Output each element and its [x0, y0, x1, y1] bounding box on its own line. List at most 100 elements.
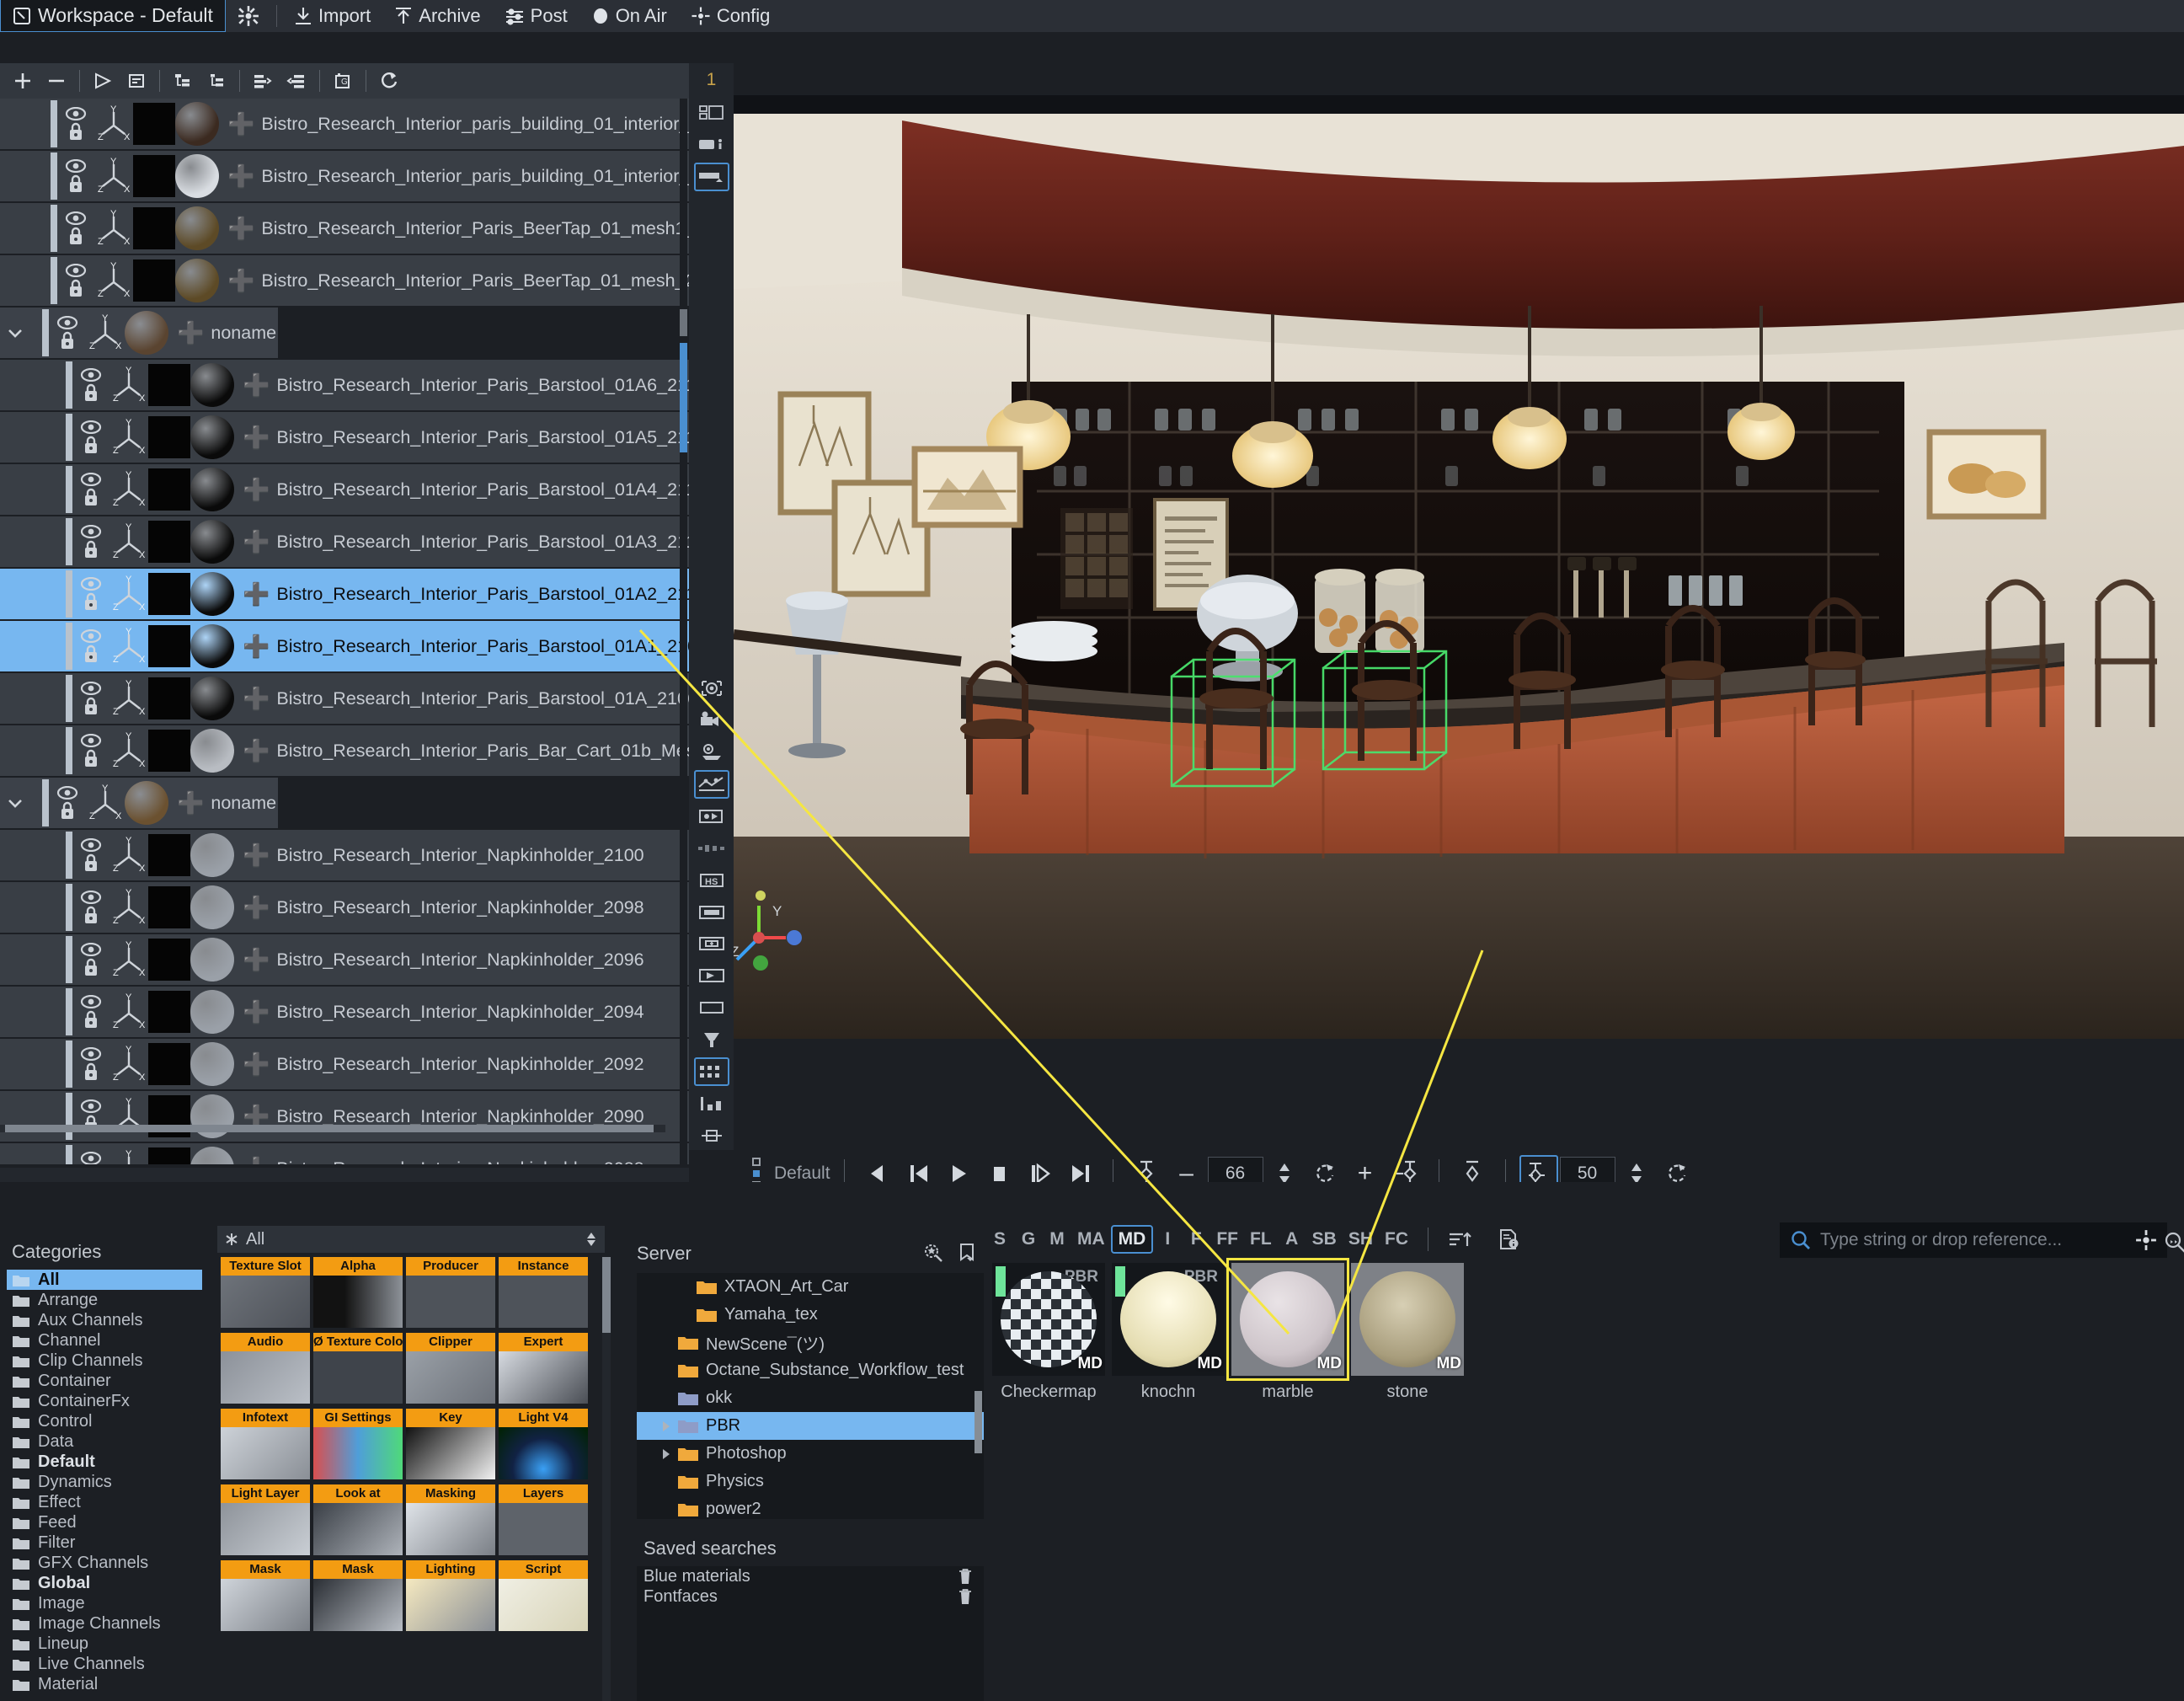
hs-icon[interactable]: HS: [694, 866, 729, 895]
category-item[interactable]: Global: [7, 1573, 202, 1593]
scene-tree-row[interactable]: YZX➕noname: [0, 308, 278, 358]
expand-plus-icon[interactable]: ➕: [243, 895, 270, 921]
plugin-tile[interactable]: Texture Slot: [221, 1257, 310, 1328]
visibility-eye-icon[interactable]: [80, 368, 102, 382]
expand-plus-icon[interactable]: ➕: [177, 320, 204, 346]
visibility-eye-icon[interactable]: [80, 577, 102, 591]
plugin-tile[interactable]: Key: [406, 1409, 495, 1479]
plugin-tile[interactable]: Light Layer: [221, 1484, 310, 1555]
scene-tree-vscrollbar[interactable]: [680, 99, 687, 1164]
scene-tree-row[interactable]: YZX➕Bistro_Research_Interior_Paris_Barst…: [0, 516, 689, 567]
asset-filter-ma[interactable]: MA: [1071, 1225, 1111, 1254]
scene-tree-row[interactable]: YZX➕Bistro_Research_Interior_Paris_Barst…: [0, 464, 689, 515]
asset-filter-m[interactable]: M: [1043, 1225, 1071, 1254]
category-item[interactable]: Container: [7, 1371, 202, 1391]
asset-filter-md[interactable]: MD: [1111, 1225, 1154, 1254]
category-item[interactable]: GFX Channels: [7, 1553, 202, 1573]
category-item[interactable]: ContainerFx: [7, 1391, 202, 1411]
menu-item-config[interactable]: Config: [679, 0, 782, 32]
note-icon[interactable]: [120, 65, 152, 97]
lock-icon[interactable]: [82, 644, 100, 664]
details-icon[interactable]: [1491, 1225, 1526, 1254]
lock-icon[interactable]: [82, 487, 100, 507]
category-item[interactable]: Lineup: [7, 1634, 202, 1654]
lock-icon[interactable]: [82, 1062, 100, 1082]
plugin-tile[interactable]: Clipper: [406, 1333, 495, 1404]
visibility-eye-icon[interactable]: [80, 1099, 102, 1113]
category-item[interactable]: Image: [7, 1593, 202, 1613]
plugins-filter-spinner-icon[interactable]: [585, 1230, 598, 1249]
plugin-tile[interactable]: Infotext: [221, 1409, 310, 1479]
scene-tree-hscrollbar[interactable]: [0, 1125, 665, 1132]
asset-tree-row[interactable]: okk: [637, 1384, 984, 1412]
scene-tree-row[interactable]: YZX➕Bistro_Research_Interior_paris_build…: [0, 99, 689, 149]
histogram-icon[interactable]: [694, 1089, 729, 1118]
plugin-tile[interactable]: Alpha: [313, 1257, 403, 1328]
grid-select-icon[interactable]: [694, 1057, 729, 1086]
plugin-tile[interactable]: Masking: [406, 1484, 495, 1555]
asset-tree-row[interactable]: XTAON_Art_Car: [637, 1273, 984, 1301]
lock-icon[interactable]: [82, 539, 100, 559]
category-item[interactable]: All: [7, 1270, 202, 1290]
bulb-icon[interactable]: [694, 1025, 729, 1054]
plugin-tile[interactable]: Producer: [406, 1257, 495, 1328]
visibility-eye-icon[interactable]: [80, 682, 102, 695]
plugin-tile[interactable]: Mask: [313, 1560, 403, 1631]
category-item[interactable]: Arrange: [7, 1290, 202, 1310]
scene-tree-row[interactable]: YZX➕Bistro_Research_Interior_Napkinholde…: [0, 882, 689, 933]
expand-plus-icon[interactable]: ➕: [243, 842, 270, 869]
category-item[interactable]: Feed: [7, 1512, 202, 1533]
asset-tree-scroll-thumb[interactable]: [975, 1391, 982, 1453]
lock-icon[interactable]: [82, 591, 100, 612]
asset-tree-row[interactable]: NewScene¯(ツ): [637, 1329, 984, 1356]
asset-filter-a[interactable]: A: [1278, 1225, 1306, 1254]
visibility-eye-icon[interactable]: [80, 420, 102, 434]
expand-plus-icon[interactable]: ➕: [227, 268, 254, 294]
expand-tree-icon[interactable]: [167, 65, 199, 97]
viewport-3d[interactable]: Z Y: [734, 95, 2184, 1039]
asset-tree-row[interactable]: Photoshop: [637, 1440, 984, 1468]
lock-icon[interactable]: [67, 278, 85, 298]
scene-tree-row[interactable]: YZX➕Bistro_Research_Interior_Paris_Barst…: [0, 621, 689, 671]
lock-icon[interactable]: [82, 435, 100, 455]
add-group-icon[interactable]: G: [327, 65, 359, 97]
expand-plus-icon[interactable]: ➕: [227, 163, 254, 190]
categories-list[interactable]: AllArrangeAux ChannelsChannelClip Channe…: [7, 1270, 202, 1691]
plugin-tile[interactable]: Instance: [499, 1257, 588, 1328]
plugins-grid-scrollbar[interactable]: [602, 1257, 611, 1701]
asset-tree-row[interactable]: Physics: [637, 1468, 984, 1495]
scene-tree-row[interactable]: YZX➕Bistro_Research_Interior_Paris_Barst…: [0, 360, 689, 410]
plugin-tile[interactable]: Lighting: [406, 1560, 495, 1631]
scene-tree-row[interactable]: YZX➕Bistro_Research_Interior_Paris_Barst…: [0, 412, 689, 463]
window-icon[interactable]: [694, 898, 729, 927]
plugin-tile[interactable]: Ø Texture Color: [313, 1333, 403, 1404]
expand-plus-icon[interactable]: ➕: [243, 738, 270, 764]
scene-tree-row[interactable]: YZX➕Bistro_Research_Interior_Napkinholde…: [0, 934, 689, 985]
tree-arrow-icon[interactable]: [655, 1447, 677, 1461]
asset-filter-i[interactable]: I: [1153, 1225, 1182, 1254]
lock-icon[interactable]: [67, 226, 85, 246]
lock-icon[interactable]: [82, 905, 100, 925]
asset-thumbnail[interactable]: MD: [1351, 1263, 1464, 1376]
scene-tree-row[interactable]: YZX➕Bistro_Research_Interior_Paris_Bar_C…: [0, 725, 689, 776]
sort-icon[interactable]: [1442, 1225, 1477, 1254]
scene-tree-row[interactable]: YZX➕Bistro_Research_Interior_Napkinholde…: [0, 1039, 689, 1089]
category-item[interactable]: Live Channels: [7, 1654, 202, 1674]
category-item[interactable]: Dynamics: [7, 1472, 202, 1492]
expand-plus-icon[interactable]: ➕: [243, 581, 270, 607]
visibility-eye-icon[interactable]: [56, 786, 78, 800]
expand-plus-icon[interactable]: ➕: [243, 999, 270, 1025]
asset-tile[interactable]: MDstone: [1351, 1263, 1464, 1431]
asset-tree-row[interactable]: Octane_Substance_Workflow_test: [637, 1356, 984, 1384]
asset-filter-ff[interactable]: FF: [1210, 1225, 1244, 1254]
indent-right-icon[interactable]: [247, 65, 279, 97]
layout-icon[interactable]: [694, 99, 729, 127]
scene-tree-row[interactable]: YZX➕Bistro_Research_Interior_Napkinholde…: [0, 830, 689, 880]
visibility-eye-icon[interactable]: [80, 629, 102, 643]
category-item[interactable]: Channel: [7, 1330, 202, 1351]
asset-tile[interactable]: PBRMDCheckermap: [992, 1263, 1105, 1431]
menu-item-on-air[interactable]: On Air: [579, 0, 679, 32]
asset-thumbnail[interactable]: PBRMD: [1112, 1263, 1225, 1376]
lock-icon[interactable]: [67, 174, 85, 194]
menu-item-archive[interactable]: Archive: [382, 0, 492, 32]
